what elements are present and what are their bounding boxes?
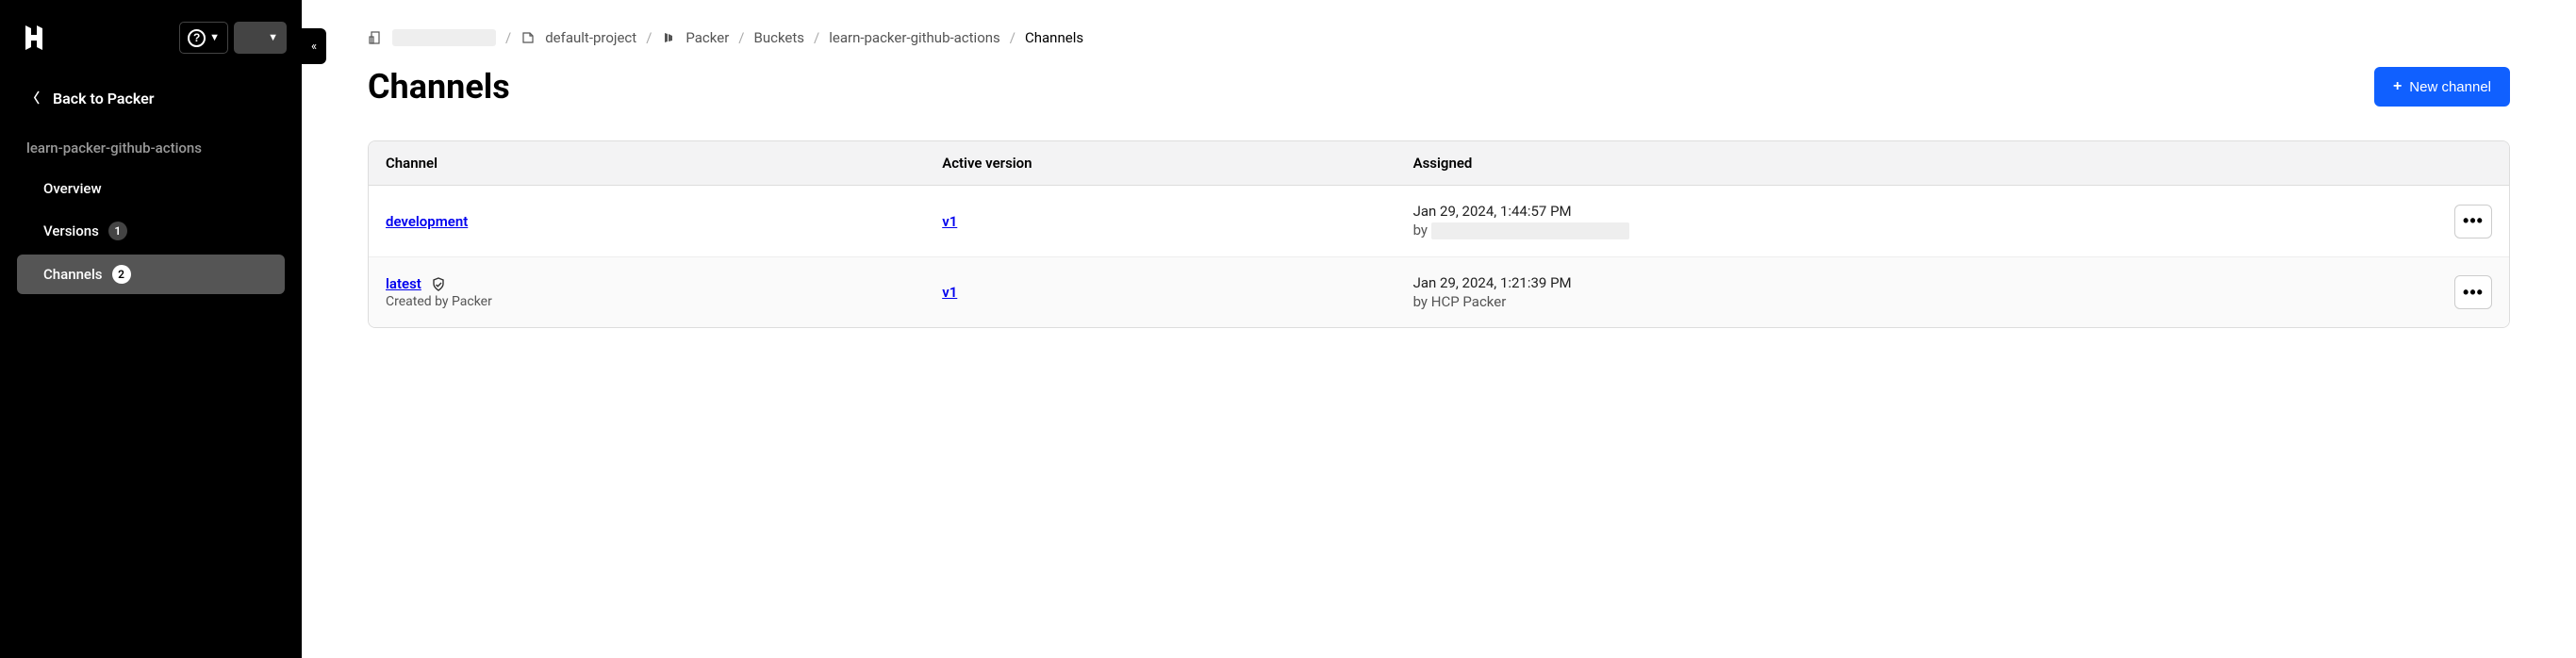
breadcrumb-current: Channels bbox=[1025, 29, 1083, 46]
packer-icon bbox=[661, 30, 676, 45]
back-label: Back to Packer bbox=[53, 90, 155, 107]
breadcrumb-project-link[interactable]: default-project bbox=[545, 29, 636, 46]
assigned-by: by bbox=[1413, 222, 2420, 239]
assigned-date: Jan 29, 2024, 1:21:39 PM bbox=[1413, 274, 2420, 291]
sidebar-item-label: Versions bbox=[43, 222, 99, 239]
hashicorp-logo-icon bbox=[15, 19, 53, 57]
chevron-down-icon: ▼ bbox=[209, 32, 220, 43]
sidebar-collapse-button[interactable]: « bbox=[302, 28, 326, 64]
main-content: / default-project / Packer / Buckets / l… bbox=[302, 0, 2576, 658]
channel-name-link[interactable]: development bbox=[386, 213, 468, 230]
table-header-assigned: Assigned bbox=[1396, 141, 2441, 185]
channel-subtitle: Created by Packer bbox=[386, 294, 908, 309]
assigned-date: Jan 29, 2024, 1:44:57 PM bbox=[1413, 203, 2420, 220]
channel-name-link[interactable]: latest bbox=[386, 275, 421, 292]
breadcrumb-buckets-link[interactable]: Buckets bbox=[753, 29, 804, 46]
project-icon bbox=[520, 30, 536, 45]
sidebar-item-overview[interactable]: Overview bbox=[17, 170, 285, 207]
sidebar-item-versions[interactable]: Versions 1 bbox=[17, 211, 285, 251]
channels-count-badge: 2 bbox=[112, 265, 131, 284]
chevron-down-icon: ▼ bbox=[268, 32, 278, 43]
versions-count-badge: 1 bbox=[108, 222, 127, 240]
user-dropdown-button[interactable]: ▼ bbox=[234, 22, 287, 54]
breadcrumb-org-link[interactable] bbox=[392, 28, 496, 46]
chevron-left-icon: 〈 bbox=[26, 89, 40, 107]
table-header-channel: Channel bbox=[369, 141, 925, 185]
help-dropdown-button[interactable]: ? ▼ bbox=[179, 22, 228, 54]
org-icon bbox=[368, 30, 383, 45]
bucket-name-label: learn-packer-github-actions bbox=[0, 117, 302, 168]
row-actions-button[interactable]: ••• bbox=[2454, 275, 2492, 309]
sidebar-item-label: Channels bbox=[43, 266, 103, 283]
row-actions-button[interactable]: ••• bbox=[2454, 205, 2492, 239]
breadcrumb: / default-project / Packer / Buckets / l… bbox=[368, 28, 2510, 46]
dots-horizontal-icon: ••• bbox=[2463, 211, 2484, 231]
breadcrumb-bucket-link[interactable]: learn-packer-github-actions bbox=[829, 29, 1000, 46]
table-row: latest Created by Packer v1 Jan 29, 2024… bbox=[369, 257, 2509, 327]
breadcrumb-packer-link[interactable]: Packer bbox=[685, 29, 729, 46]
table-row: development v1 Jan 29, 2024, 1:44:57 PM … bbox=[369, 186, 2509, 257]
assigned-by: by HCP Packer bbox=[1413, 293, 2420, 310]
version-link[interactable]: v1 bbox=[942, 213, 957, 230]
question-icon: ? bbox=[188, 29, 206, 47]
version-link[interactable]: v1 bbox=[942, 284, 957, 301]
page-title: Channels bbox=[368, 67, 510, 107]
new-channel-button[interactable]: + New channel bbox=[2374, 67, 2510, 107]
chevron-double-left-icon: « bbox=[311, 40, 317, 54]
sidebar-item-channels[interactable]: Channels 2 bbox=[17, 255, 285, 294]
shield-check-icon bbox=[431, 277, 446, 292]
sidebar: ? ▼ ▼ « 〈 Back to Packer learn-packer-gi… bbox=[0, 0, 302, 658]
new-channel-label: New channel bbox=[2409, 79, 2491, 95]
back-to-packer-link[interactable]: 〈 Back to Packer bbox=[0, 79, 302, 117]
sidebar-item-label: Overview bbox=[43, 180, 102, 197]
table-header-version: Active version bbox=[925, 141, 1395, 185]
plus-icon: + bbox=[2393, 78, 2402, 95]
channels-table: Channel Active version Assigned developm… bbox=[368, 140, 2510, 328]
dots-horizontal-icon: ••• bbox=[2463, 283, 2484, 303]
